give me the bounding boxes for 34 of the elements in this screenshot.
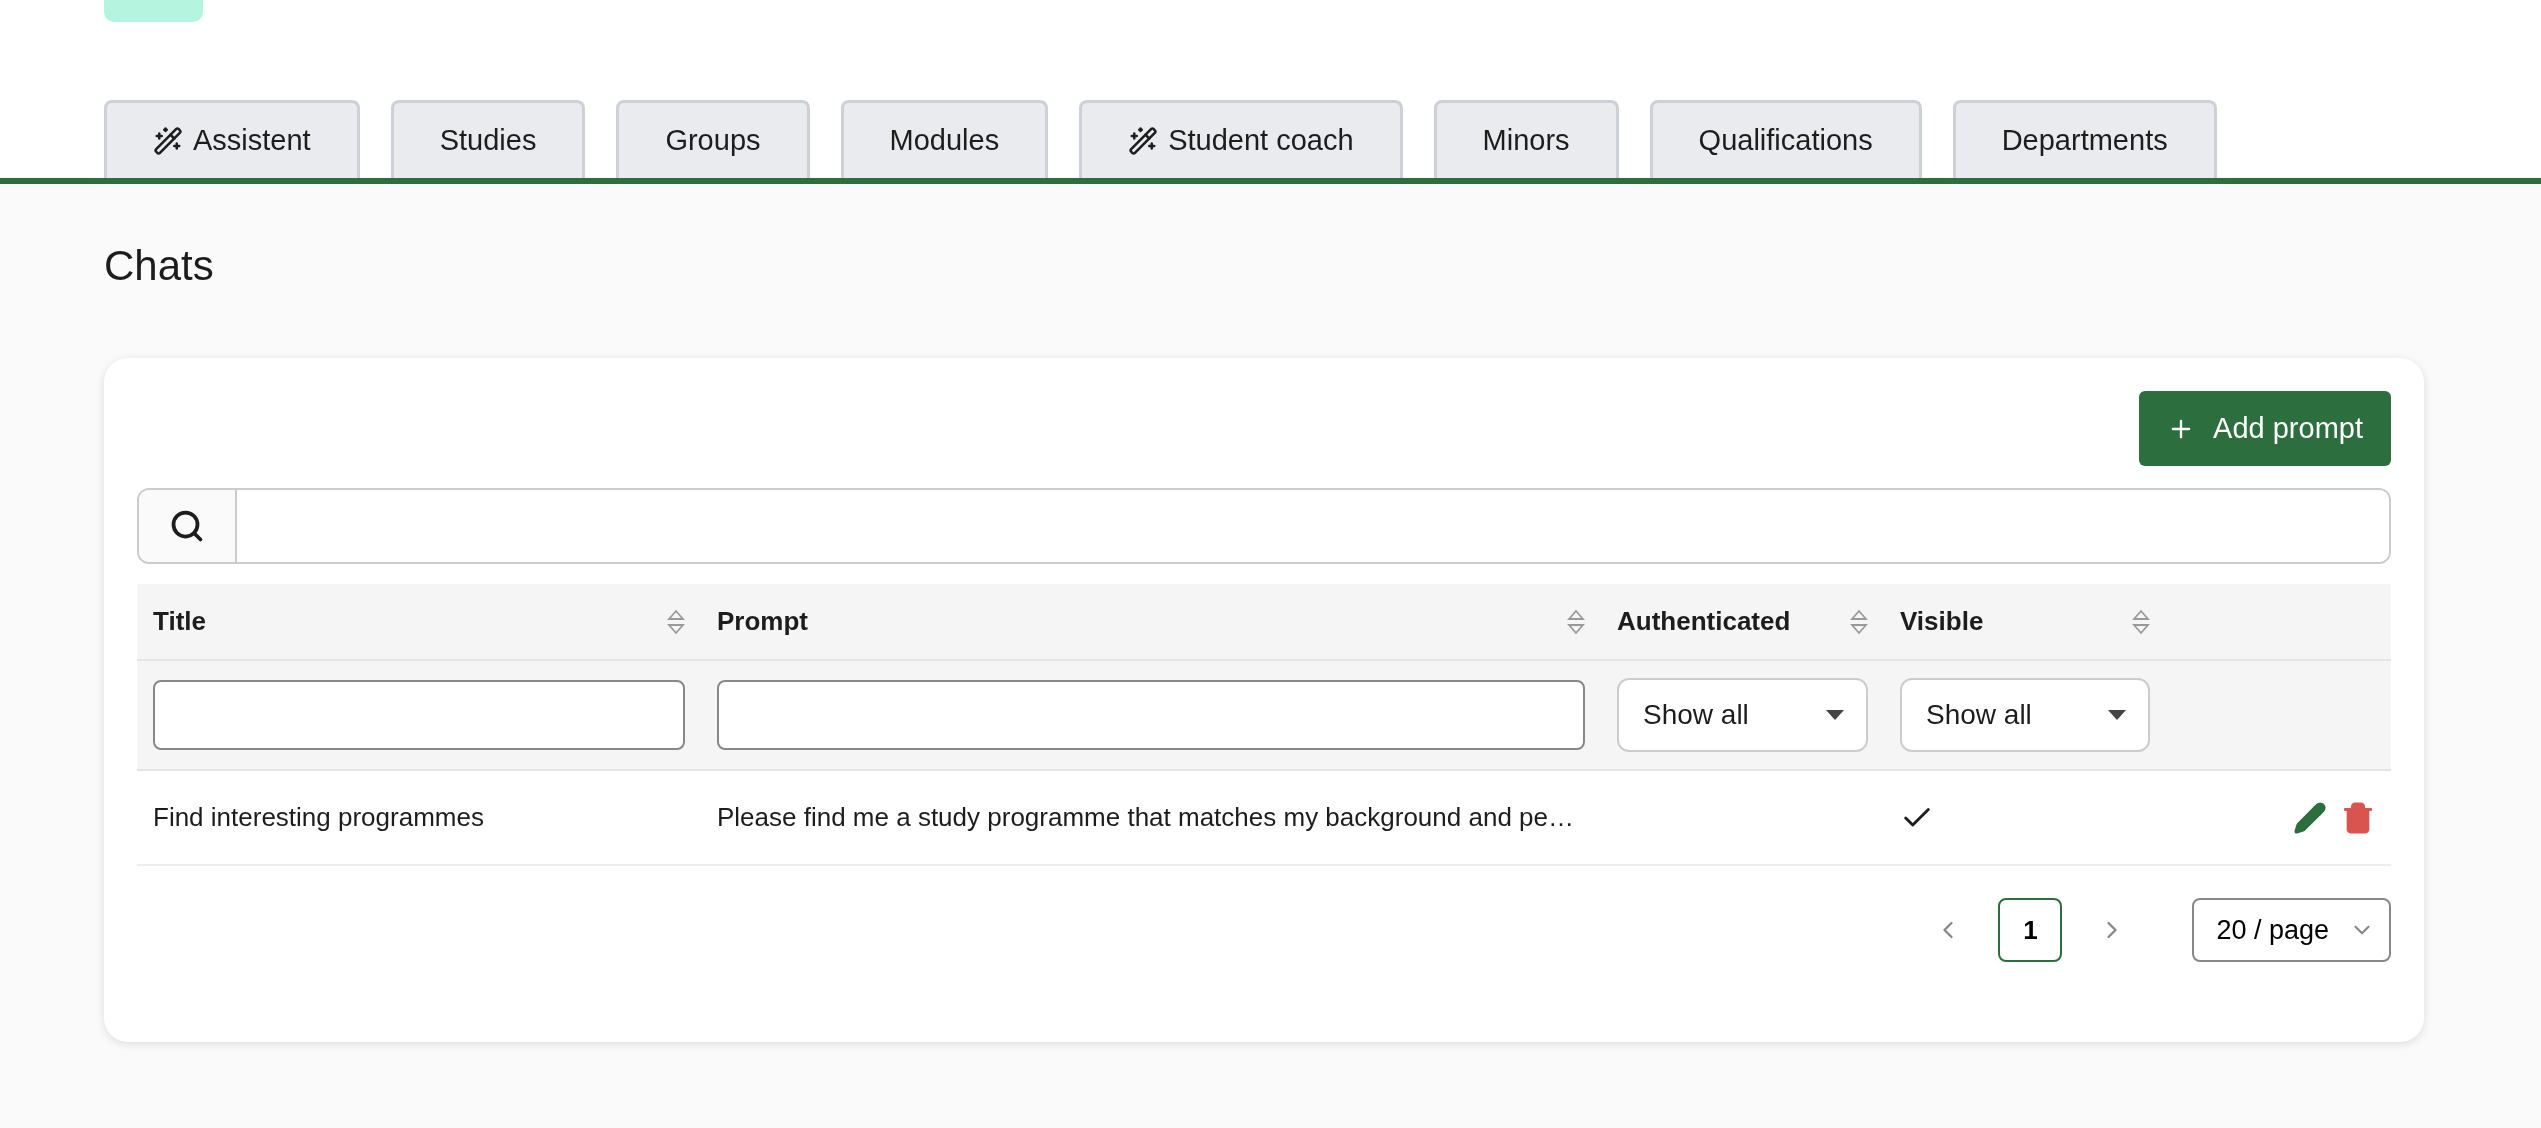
tab[interactable]: Departments xyxy=(1952,100,2217,178)
column-header[interactable]: Prompt xyxy=(701,584,1601,661)
filter-dropdown[interactable]: Show all xyxy=(1900,678,2150,752)
dropdown-arrow-icon xyxy=(2108,710,2126,720)
search-icon-box[interactable] xyxy=(139,490,237,562)
add-prompt-button[interactable]: Add prompt xyxy=(2139,391,2391,466)
tab[interactable]: Modules xyxy=(840,100,1049,178)
tab[interactable]: Studies xyxy=(390,100,586,178)
column-header[interactable]: Visible xyxy=(1884,584,2166,661)
search-icon xyxy=(169,508,205,544)
filter-dropdown[interactable]: Show all xyxy=(1617,678,1868,752)
edit-icon[interactable] xyxy=(2293,800,2327,835)
filter-input[interactable] xyxy=(153,680,685,750)
sort-icon[interactable] xyxy=(2132,607,2150,636)
delete-icon[interactable] xyxy=(2341,800,2375,835)
magic-wand-icon xyxy=(1128,125,1159,156)
page-title: Chats xyxy=(104,242,215,290)
tab[interactable]: Student coach xyxy=(1079,100,1403,178)
table-cell-text: Find interesting programmes xyxy=(153,800,484,834)
tab[interactable]: Groups xyxy=(616,100,810,178)
sort-icon[interactable] xyxy=(667,607,685,636)
column-header[interactable]: Authenticated xyxy=(1601,584,1884,661)
table-cell-text: Please find me a study programme that matches my background and pe… xyxy=(717,800,1574,834)
page-size-dropdown[interactable]: 20 / page xyxy=(2192,898,2391,962)
tab[interactable]: Minors xyxy=(1433,100,1619,178)
magic-wand-icon xyxy=(153,125,183,156)
dropdown-arrow-icon xyxy=(1826,710,1844,720)
page-button[interactable]: 1 xyxy=(1998,898,2063,962)
sort-icon[interactable] xyxy=(1850,607,1868,636)
tab[interactable]: Qualifications xyxy=(1649,100,1922,178)
column-header[interactable]: Title xyxy=(137,584,701,661)
tab[interactable]: Assistent xyxy=(104,100,360,178)
sort-icon[interactable] xyxy=(1567,607,1585,636)
filter-input[interactable] xyxy=(717,680,1585,750)
